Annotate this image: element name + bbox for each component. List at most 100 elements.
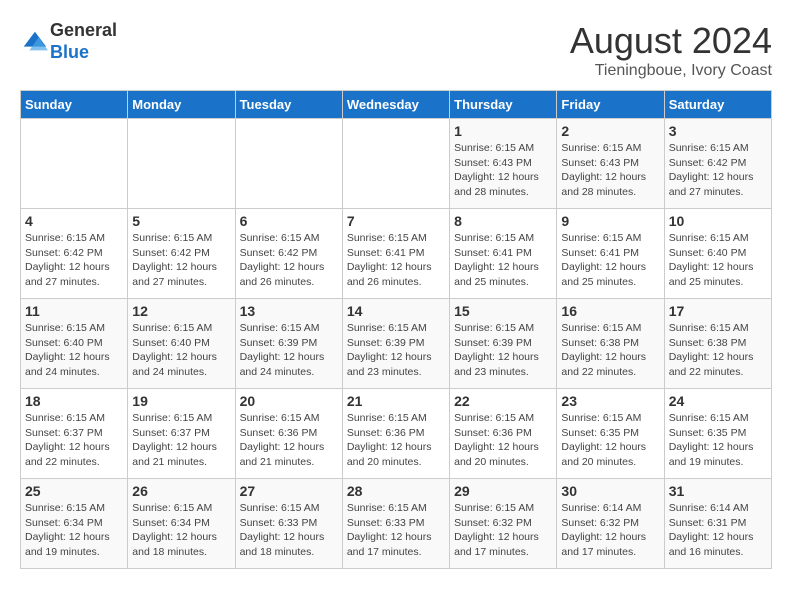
day-number: 10	[669, 213, 767, 229]
calendar-body: 1 Sunrise: 6:15 AM Sunset: 6:43 PM Daylig…	[21, 119, 772, 569]
calendar-cell: 27 Sunrise: 6:15 AM Sunset: 6:33 PM Dayli…	[235, 479, 342, 569]
calendar-cell: 31 Sunrise: 6:14 AM Sunset: 6:31 PM Dayli…	[664, 479, 771, 569]
logo: General Blue	[20, 20, 117, 63]
calendar-cell: 12 Sunrise: 6:15 AM Sunset: 6:40 PM Dayli…	[128, 299, 235, 389]
calendar-cell	[21, 119, 128, 209]
weekday-header: Wednesday	[342, 91, 449, 119]
calendar-cell: 13Sunrise: 6:15 AM Sunset: 6:39 PM Dayli…	[235, 299, 342, 389]
day-number: 31	[669, 483, 767, 499]
day-info: Sunrise: 6:15 AM Sunset: 6:39 PM Dayligh…	[454, 321, 552, 380]
calendar-cell: 19Sunrise: 6:15 AM Sunset: 6:37 PM Dayli…	[128, 389, 235, 479]
month-title: August 2024	[570, 20, 772, 62]
calendar-cell: 24Sunrise: 6:15 AM Sunset: 6:35 PM Dayli…	[664, 389, 771, 479]
day-info: Sunrise: 6:15 AM Sunset: 6:33 PM Dayligh…	[240, 501, 338, 560]
calendar-cell: 14 Sunrise: 6:15 AM Sunset: 6:39 PM Dayli…	[342, 299, 449, 389]
calendar-cell: 9 Sunrise: 6:15 AM Sunset: 6:41 PM Daylig…	[557, 209, 664, 299]
calendar-week-row: 25 Sunrise: 6:15 AM Sunset: 6:34 PM Dayli…	[21, 479, 772, 569]
calendar-cell: 4Sunrise: 6:15 AM Sunset: 6:42 PM Daylig…	[21, 209, 128, 299]
day-info: Sunrise: 6:15 AM Sunset: 6:36 PM Dayligh…	[240, 411, 338, 470]
calendar-cell: 23 Sunrise: 6:15 AM Sunset: 6:35 PM Dayli…	[557, 389, 664, 479]
day-info: Sunrise: 6:15 AM Sunset: 6:36 PM Dayligh…	[347, 411, 445, 470]
location: Tieningboue, Ivory Coast	[570, 62, 772, 80]
day-number: 19	[132, 393, 230, 409]
weekday-header: Thursday	[450, 91, 557, 119]
day-info: Sunrise: 6:15 AM Sunset: 6:43 PM Dayligh…	[454, 141, 552, 200]
calendar-cell: 6 Sunrise: 6:15 AM Sunset: 6:42 PM Daylig…	[235, 209, 342, 299]
calendar-cell: 15 Sunrise: 6:15 AM Sunset: 6:39 PM Dayli…	[450, 299, 557, 389]
day-info: Sunrise: 6:15 AM Sunset: 6:42 PM Dayligh…	[240, 231, 338, 290]
calendar-cell: 16 Sunrise: 6:15 AM Sunset: 6:38 PM Dayli…	[557, 299, 664, 389]
day-number: 2	[561, 123, 659, 139]
day-info: Sunrise: 6:15 AM Sunset: 6:41 PM Dayligh…	[561, 231, 659, 290]
day-number: 23	[561, 393, 659, 409]
calendar-cell	[128, 119, 235, 209]
day-info: Sunrise: 6:15 AM Sunset: 6:34 PM Dayligh…	[25, 501, 123, 560]
calendar-cell: 3Sunrise: 6:15 AM Sunset: 6:42 PM Daylig…	[664, 119, 771, 209]
calendar-week-row: 4 Sunrise: 6:15 AM Sunset: 6:42 PM Daylig…	[21, 209, 772, 299]
logo-general: General	[50, 20, 117, 40]
weekday-header: Friday	[557, 91, 664, 119]
day-number: 17	[669, 303, 767, 319]
day-info: Sunrise: 6:15 AM Sunset: 6:41 PM Dayligh…	[454, 231, 552, 290]
day-info: Sunrise: 6:15 AM Sunset: 6:39 PM Dayligh…	[347, 321, 445, 380]
day-info: Sunrise: 6:14 AM Sunset: 6:32 PM Dayligh…	[561, 501, 659, 560]
day-info: Sunrise: 6:14 AM Sunset: 6:31 PM Dayligh…	[669, 501, 767, 560]
weekday-header: Monday	[128, 91, 235, 119]
calendar-cell	[235, 119, 342, 209]
day-number: 6	[240, 213, 338, 229]
day-number: 11	[25, 303, 123, 319]
day-number: 25	[25, 483, 123, 499]
calendar-cell: 29 Sunrise: 6:15 AM Sunset: 6:32 PM Dayli…	[450, 479, 557, 569]
day-number: 28	[347, 483, 445, 499]
day-number: 4	[25, 213, 123, 229]
calendar-cell: 21Sunrise: 6:15 AM Sunset: 6:36 PM Dayli…	[342, 389, 449, 479]
day-info: Sunrise: 6:15 AM Sunset: 6:34 PM Dayligh…	[132, 501, 230, 560]
calendar-cell: 26 Sunrise: 6:15 AM Sunset: 6:34 PM Dayli…	[128, 479, 235, 569]
calendar-cell: 18 Sunrise: 6:15 AM Sunset: 6:37 PM Dayli…	[21, 389, 128, 479]
day-number: 24	[669, 393, 767, 409]
day-number: 14	[347, 303, 445, 319]
logo-text: General Blue	[50, 20, 117, 63]
calendar-cell: 28Sunrise: 6:15 AM Sunset: 6:33 PM Dayli…	[342, 479, 449, 569]
calendar-cell: 2Sunrise: 6:15 AM Sunset: 6:43 PM Daylig…	[557, 119, 664, 209]
day-number: 27	[240, 483, 338, 499]
day-number: 22	[454, 393, 552, 409]
day-info: Sunrise: 6:15 AM Sunset: 6:38 PM Dayligh…	[561, 321, 659, 380]
calendar-week-row: 1 Sunrise: 6:15 AM Sunset: 6:43 PM Daylig…	[21, 119, 772, 209]
day-number: 20	[240, 393, 338, 409]
calendar-cell: 25 Sunrise: 6:15 AM Sunset: 6:34 PM Dayli…	[21, 479, 128, 569]
day-number: 7	[347, 213, 445, 229]
day-info: Sunrise: 6:15 AM Sunset: 6:40 PM Dayligh…	[132, 321, 230, 380]
day-number: 12	[132, 303, 230, 319]
calendar-cell: 8Sunrise: 6:15 AM Sunset: 6:41 PM Daylig…	[450, 209, 557, 299]
day-info: Sunrise: 6:15 AM Sunset: 6:37 PM Dayligh…	[25, 411, 123, 470]
calendar-week-row: 18 Sunrise: 6:15 AM Sunset: 6:37 PM Dayli…	[21, 389, 772, 479]
day-number: 16	[561, 303, 659, 319]
day-info: Sunrise: 6:15 AM Sunset: 6:32 PM Dayligh…	[454, 501, 552, 560]
logo-icon	[20, 28, 48, 56]
day-number: 30	[561, 483, 659, 499]
day-info: Sunrise: 6:15 AM Sunset: 6:36 PM Dayligh…	[454, 411, 552, 470]
day-number: 15	[454, 303, 552, 319]
day-number: 9	[561, 213, 659, 229]
day-number: 29	[454, 483, 552, 499]
weekday-header: Sunday	[21, 91, 128, 119]
weekday-header: Tuesday	[235, 91, 342, 119]
calendar-cell: 30 Sunrise: 6:14 AM Sunset: 6:32 PM Dayli…	[557, 479, 664, 569]
day-info: Sunrise: 6:15 AM Sunset: 6:35 PM Dayligh…	[561, 411, 659, 470]
day-info: Sunrise: 6:15 AM Sunset: 6:40 PM Dayligh…	[25, 321, 123, 380]
day-info: Sunrise: 6:15 AM Sunset: 6:41 PM Dayligh…	[347, 231, 445, 290]
calendar-cell	[342, 119, 449, 209]
day-number: 26	[132, 483, 230, 499]
day-number: 1	[454, 123, 552, 139]
calendar-cell: 17 Sunrise: 6:15 AM Sunset: 6:38 PM Dayli…	[664, 299, 771, 389]
calendar-cell: 22 Sunrise: 6:15 AM Sunset: 6:36 PM Dayli…	[450, 389, 557, 479]
day-number: 3	[669, 123, 767, 139]
day-number: 5	[132, 213, 230, 229]
calendar-week-row: 11 Sunrise: 6:15 AM Sunset: 6:40 PM Dayli…	[21, 299, 772, 389]
day-number: 18	[25, 393, 123, 409]
calendar-header: SundayMondayTuesdayWednesdayThursdayFrid…	[21, 91, 772, 119]
calendar-cell: 5Sunrise: 6:15 AM Sunset: 6:42 PM Daylig…	[128, 209, 235, 299]
day-info: Sunrise: 6:15 AM Sunset: 6:38 PM Dayligh…	[669, 321, 767, 380]
calendar-cell: 7 Sunrise: 6:15 AM Sunset: 6:41 PM Daylig…	[342, 209, 449, 299]
